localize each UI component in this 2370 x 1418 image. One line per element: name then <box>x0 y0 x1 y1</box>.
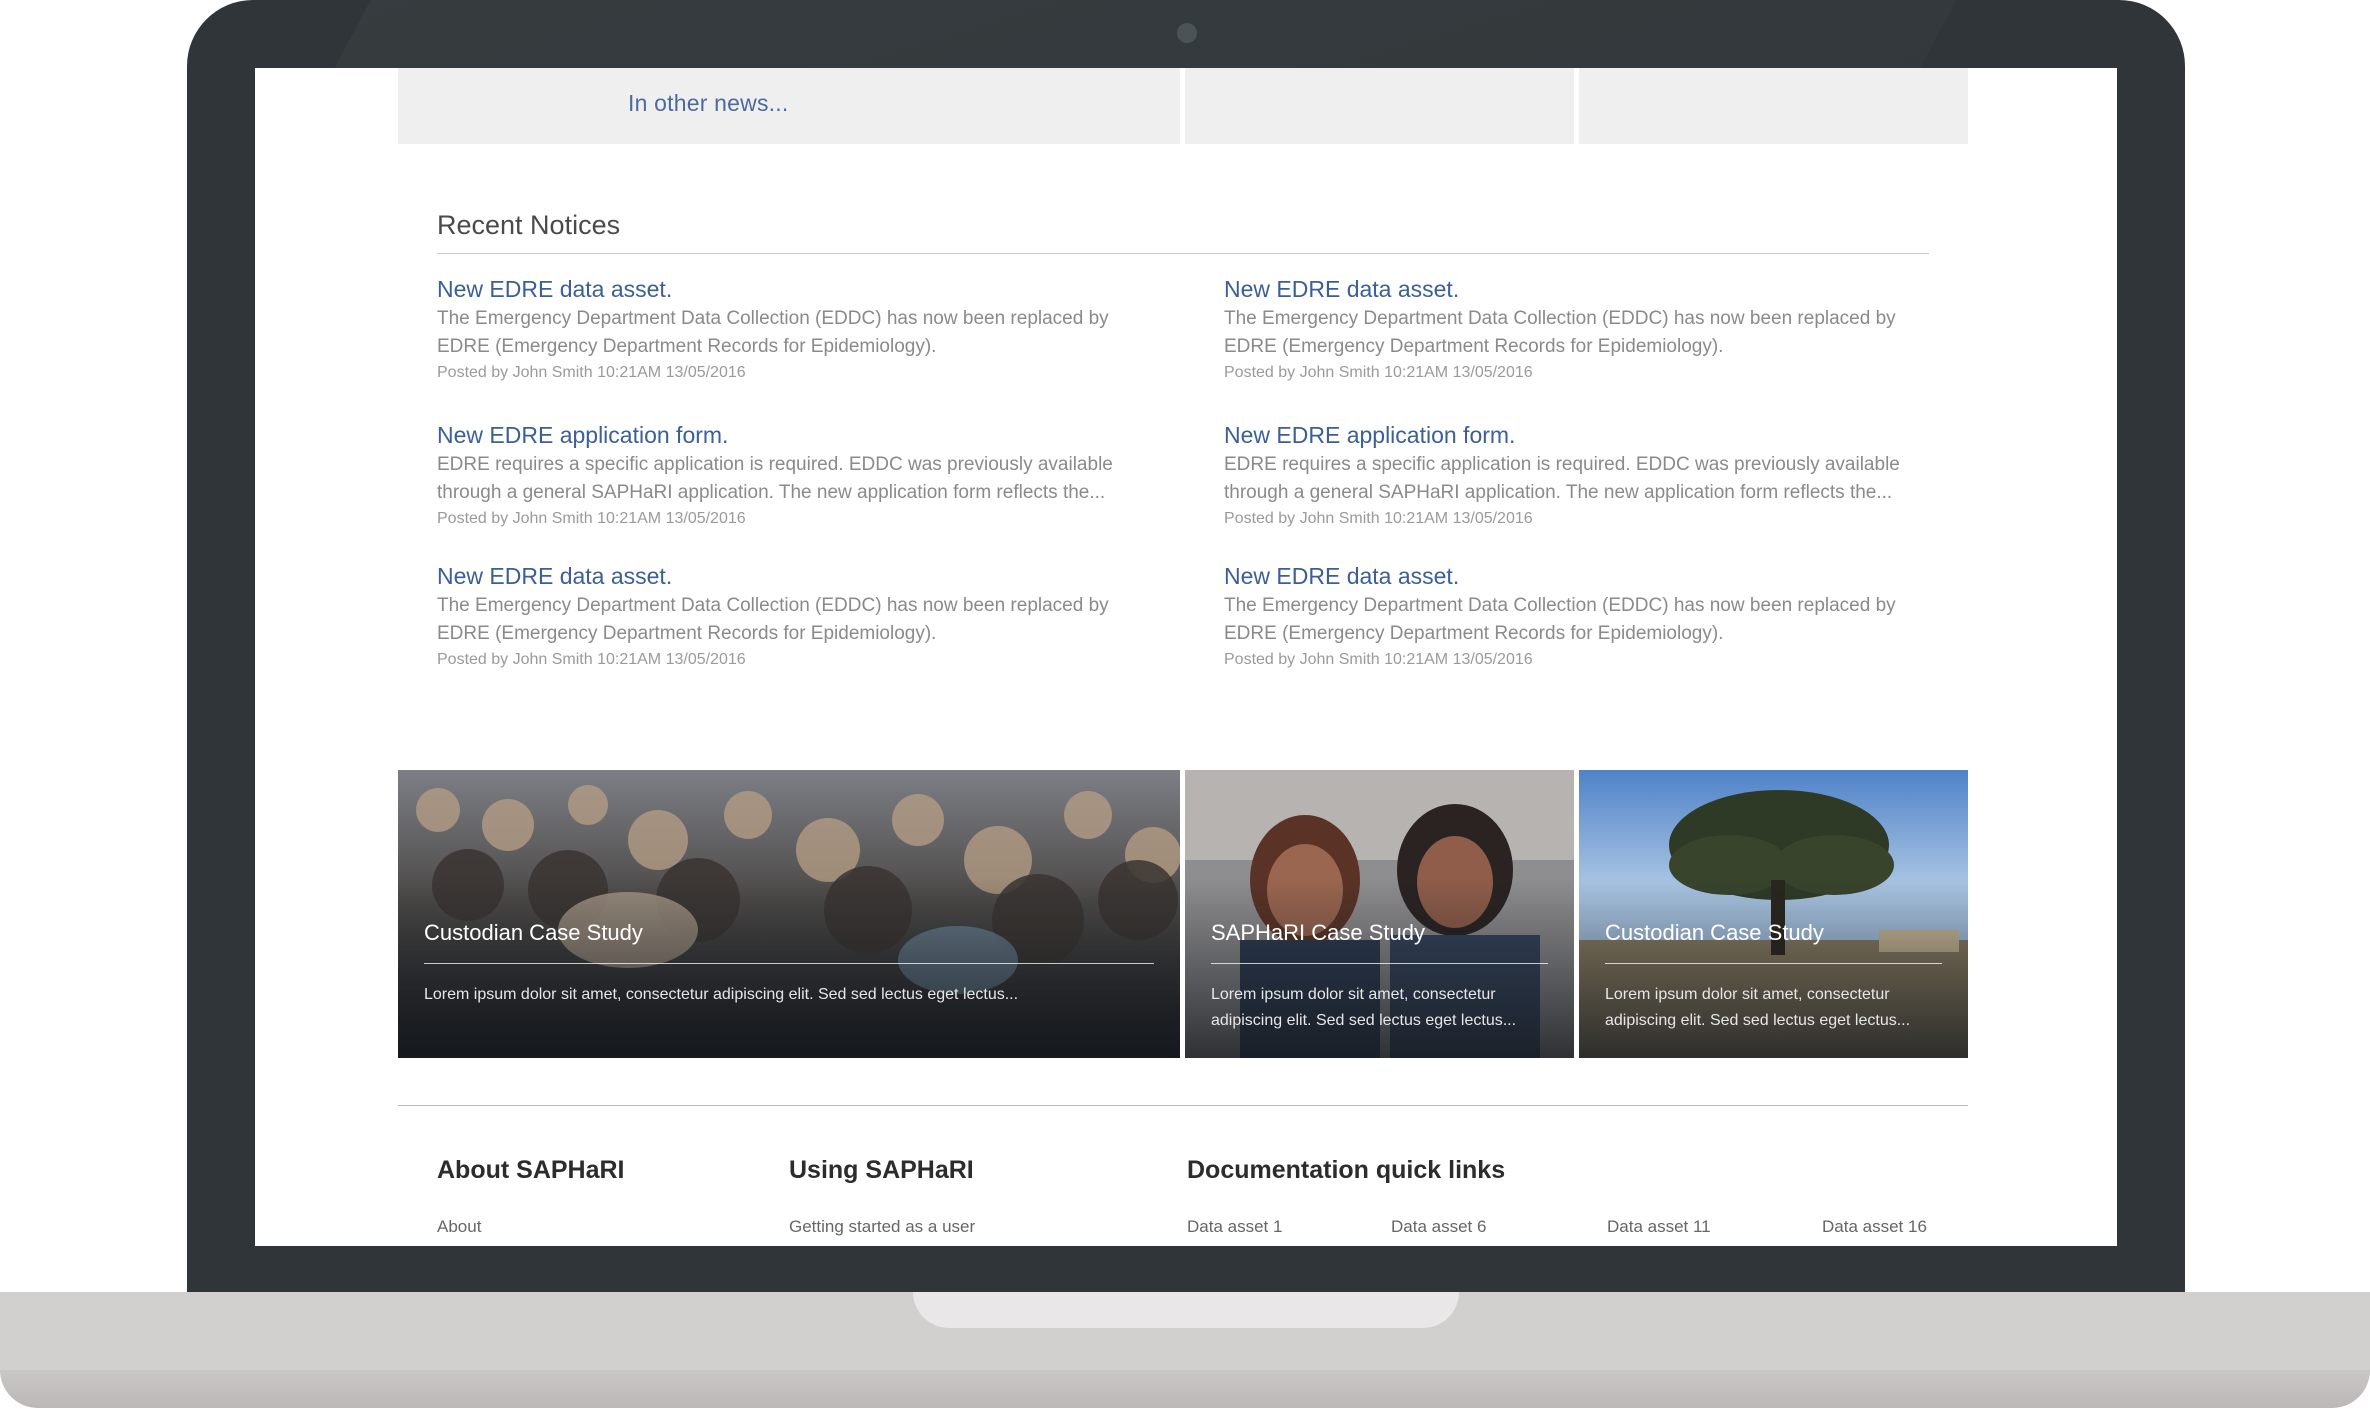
card-title: SAPHaRI Case Study <box>1211 920 1425 945</box>
notice-item: New EDRE data asset. The Emergency Depar… <box>437 275 1147 384</box>
footer-link-getting-started[interactable]: Getting started as a user <box>789 1217 975 1237</box>
notice-title-link[interactable]: New EDRE data asset. <box>1224 562 1934 590</box>
laptop-notch <box>913 1292 1459 1328</box>
news-bar-cell <box>1579 68 1968 144</box>
footer-link-about[interactable]: About <box>437 1217 481 1237</box>
card-divider <box>1605 963 1942 964</box>
card-divider <box>1211 963 1548 964</box>
page-content: In other news... Recent Notices New EDRE… <box>398 68 1968 1246</box>
footer-heading-about: About SAPHaRI <box>437 1156 625 1184</box>
notice-meta: Posted by John Smith 10:21AM 13/05/2016 <box>1224 364 1533 381</box>
notice-meta: Posted by John Smith 10:21AM 13/05/2016 <box>1224 510 1533 527</box>
footer-link-data-asset[interactable]: Data asset 1 <box>1187 1217 1282 1237</box>
notice-meta: Posted by John Smith 10:21AM 13/05/2016 <box>1224 651 1533 668</box>
news-bar-main: In other news... <box>398 68 1180 144</box>
notice-item: New EDRE application form. EDRE requires… <box>1224 421 1934 530</box>
laptop-screen: In other news... Recent Notices New EDRE… <box>255 68 2117 1246</box>
footer-heading-docs: Documentation quick links <box>1187 1156 1506 1184</box>
card-overlay <box>398 878 1180 1058</box>
notice-item: New EDRE data asset. The Emergency Depar… <box>1224 562 1934 671</box>
notice-title-link[interactable]: New EDRE application form. <box>1224 421 1934 449</box>
section-divider <box>437 253 1929 254</box>
notice-body: EDRE requires a specific application is … <box>1224 454 1900 503</box>
notice-body: EDRE requires a specific application is … <box>437 454 1113 503</box>
news-bar-cell <box>1185 68 1574 144</box>
case-study-card[interactable]: SAPHaRI Case Study Lorem ipsum dolor sit… <box>1185 770 1574 1058</box>
footer-link-data-asset[interactable]: Data asset 16 <box>1822 1217 1927 1237</box>
footer-link-data-asset[interactable]: Data asset 6 <box>1391 1217 1486 1237</box>
notice-meta: Posted by John Smith 10:21AM 13/05/2016 <box>437 364 746 381</box>
notice-body: The Emergency Department Data Collection… <box>437 308 1109 357</box>
notice-item: New EDRE data asset. The Emergency Depar… <box>437 562 1147 671</box>
notice-title-link[interactable]: New EDRE application form. <box>437 421 1147 449</box>
notice-item: New EDRE data asset. The Emergency Depar… <box>1224 275 1934 384</box>
footer-heading-using: Using SAPHaRI <box>789 1156 974 1184</box>
notice-title-link[interactable]: New EDRE data asset. <box>1224 275 1934 303</box>
notice-body: The Emergency Department Data Collection… <box>1224 308 1896 357</box>
case-study-card[interactable]: Custodian Case Study Lorem ipsum dolor s… <box>1579 770 1968 1058</box>
notice-item: New EDRE application form. EDRE requires… <box>437 421 1147 530</box>
notice-meta: Posted by John Smith 10:21AM 13/05/2016 <box>437 510 746 527</box>
card-title: Custodian Case Study <box>1605 920 1824 945</box>
card-title: Custodian Case Study <box>424 920 643 945</box>
notice-title-link[interactable]: New EDRE data asset. <box>437 275 1147 303</box>
recent-notices-heading: Recent Notices <box>437 210 621 240</box>
card-text: Lorem ipsum dolor sit amet, consectetur … <box>1605 986 1911 1029</box>
footer-divider <box>398 1105 1968 1106</box>
other-news-link[interactable]: In other news... <box>628 90 788 117</box>
notice-meta: Posted by John Smith 10:21AM 13/05/2016 <box>437 651 746 668</box>
webcam-icon <box>1177 23 1197 43</box>
laptop-base-lip <box>0 1370 2370 1408</box>
card-text: Lorem ipsum dolor sit amet, consectetur … <box>1211 986 1517 1029</box>
footer-link-data-asset[interactable]: Data asset 11 <box>1607 1217 1711 1237</box>
notice-body: The Emergency Department Data Collection… <box>437 595 1109 644</box>
case-study-card[interactable]: Custodian Case Study Lorem ipsum dolor s… <box>398 770 1180 1058</box>
card-text: Lorem ipsum dolor sit amet, consectetur … <box>424 986 1019 1003</box>
notice-title-link[interactable]: New EDRE data asset. <box>437 562 1147 590</box>
notice-body: The Emergency Department Data Collection… <box>1224 595 1896 644</box>
card-divider <box>424 963 1154 964</box>
